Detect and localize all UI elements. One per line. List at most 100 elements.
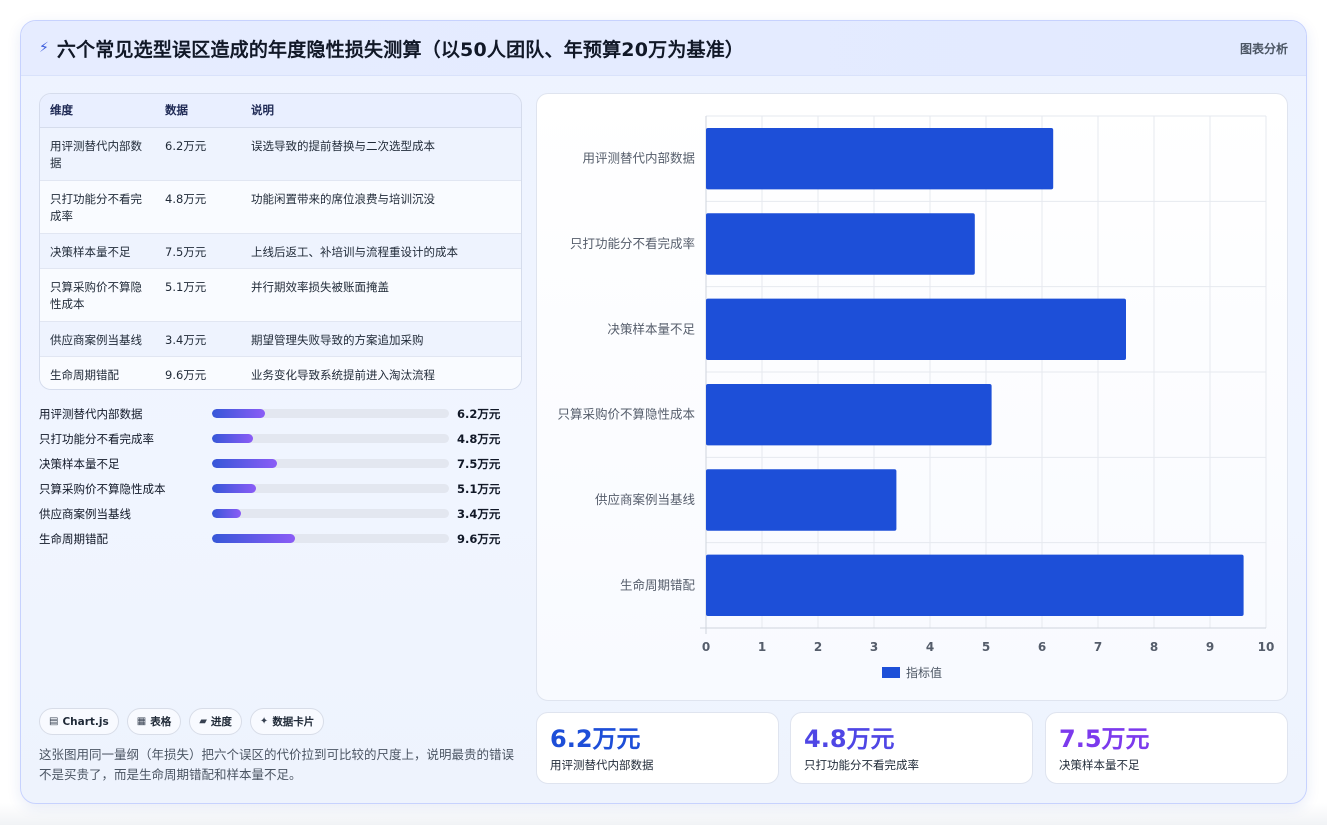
progress-value: 3.4万元 bbox=[457, 506, 501, 521]
progress-list: 用评测替代内部数据 6.2万元 只打功能分不看完成率 4.8万元 决策样本量不足 7.5万… bbox=[39, 401, 522, 551]
lightning-icon: ⚡︎ bbox=[39, 40, 49, 56]
row-dimension: 供应商案例当基线 bbox=[50, 332, 142, 347]
table-row: 决策样本量不足 7.5万元 上线后返工、补培训与流程重设计的成本 bbox=[40, 233, 521, 269]
progress-fill bbox=[212, 459, 277, 468]
table-row: 只打功能分不看完成率 4.8万元 功能闲置带来的席位浪费与培训沉没 bbox=[40, 180, 521, 234]
spark-icon: ✦ bbox=[259, 716, 269, 727]
table-row: 用评测替代内部数据 6.2万元 误选导致的提前替换与二次选型成本 bbox=[40, 127, 521, 181]
bar-4 bbox=[706, 383, 992, 446]
x-tick-label: 4 bbox=[926, 640, 934, 654]
page-floor-shadow bbox=[0, 803, 1327, 825]
progress-fill bbox=[212, 409, 266, 418]
chart-icon: ▤ bbox=[49, 716, 59, 727]
progress-track bbox=[212, 484, 449, 493]
row-description-cell: 并行期效率损失被账面掩盖 bbox=[241, 268, 521, 322]
bar-chart-panel: 0 1 2 3 4 5 6 7 8 9 10 用评测替代内部数据 只打功能分不看完成率 决策样本量不足 只算… bbox=[536, 93, 1288, 701]
progress-row: 生命周期错配 9.6万元 bbox=[39, 526, 522, 551]
y-category-label: 用评测替代内部数据 bbox=[582, 151, 695, 166]
row-value: 3.4万元 bbox=[165, 332, 207, 347]
progress-track bbox=[212, 409, 449, 418]
row-value-cell: 7.5万元 bbox=[155, 233, 241, 269]
progress-track bbox=[212, 534, 449, 543]
progress-label: 只打功能分不看完成率 bbox=[39, 431, 154, 446]
table-icon: ▦ bbox=[136, 716, 147, 727]
row-value-cell: 9.6万元 bbox=[155, 356, 241, 389]
progress-value: 6.2万元 bbox=[457, 406, 501, 421]
chip-label: Chart.js bbox=[62, 715, 109, 728]
kpi-card-3: 7.5万元 决策样本量不足 bbox=[1045, 712, 1288, 784]
progress-label: 供应商案例当基线 bbox=[39, 506, 131, 521]
row-value-cell: 6.2万元 bbox=[155, 127, 241, 181]
row-value: 5.1万元 bbox=[165, 279, 207, 294]
row-value-cell: 4.8万元 bbox=[155, 180, 241, 234]
row-value-cell: 3.4万元 bbox=[155, 321, 241, 357]
table-row: 生命周期错配 9.6万元 业务变化导致系统提前进入淘汰流程 bbox=[40, 356, 521, 389]
y-category-label: 只打功能分不看完成率 bbox=[570, 236, 695, 251]
x-tick-label: 7 bbox=[1094, 640, 1102, 654]
kpi-value: 4.8万元 bbox=[804, 725, 895, 753]
row-value: 6.2万元 bbox=[165, 138, 207, 153]
row-value: 4.8万元 bbox=[165, 191, 207, 206]
progress-track bbox=[212, 509, 449, 518]
progress-track bbox=[212, 434, 449, 443]
page-title: 六个常见选型误区造成的年度隐性损失测算（以50人团队、年预算20万为基准） bbox=[56, 38, 745, 61]
y-category-label: 生命周期错配 bbox=[620, 577, 696, 592]
bar-2 bbox=[706, 213, 975, 275]
row-description: 误选导致的提前替换与二次选型成本 bbox=[251, 138, 435, 153]
progress-track bbox=[212, 459, 449, 468]
legend-swatch bbox=[882, 667, 900, 678]
row-description: 上线后返工、补培训与流程重设计的成本 bbox=[251, 244, 458, 259]
progress-value: 9.6万元 bbox=[457, 531, 501, 546]
progress-label: 用评测替代内部数据 bbox=[39, 406, 143, 421]
progress-fill bbox=[212, 484, 256, 493]
chip-label: 进度 bbox=[210, 716, 232, 728]
kpi-card-1: 6.2万元 用评测替代内部数据 bbox=[536, 712, 779, 784]
row-value: 7.5万元 bbox=[165, 244, 207, 259]
header-description: 说明 bbox=[241, 94, 521, 128]
bar-6 bbox=[706, 554, 1244, 617]
progress-row: 只算采购价不算隐性成本 5.1万元 bbox=[39, 476, 522, 501]
row-dimension: 只打功能分不看完成率 bbox=[50, 191, 142, 223]
row-description: 功能闲置带来的席位浪费与培训沉没 bbox=[251, 191, 435, 206]
chart-summary: 这张图用同一量纲（年损失）把六个误区的代价拉到可比较的尺度上，说明最贵的错误不是… bbox=[39, 747, 515, 782]
x-tick-label: 8 bbox=[1150, 640, 1158, 654]
bar-chart: 0 1 2 3 4 5 6 7 8 9 10 用评测替代内部数据只打功能分不看完成率决策样本量不足只算… bbox=[557, 115, 1274, 680]
progress-value: 7.5万元 bbox=[457, 456, 501, 471]
row-description-cell: 期望管理失败导致的方案追加采购 bbox=[241, 321, 521, 357]
x-tick-label: 1 bbox=[758, 640, 766, 654]
kpi-value: 6.2万元 bbox=[550, 725, 641, 753]
chip-table[interactable]: ▦ 表格 bbox=[126, 708, 182, 735]
progress-row: 供应商案例当基线 3.4万元 bbox=[39, 501, 522, 526]
bar-5 bbox=[706, 469, 897, 531]
chart-analysis-tag: 图表分析 bbox=[1239, 41, 1288, 56]
kpi-label: 决策样本量不足 bbox=[1059, 758, 1140, 772]
y-category-label: 只算采购价不算隐性成本 bbox=[557, 407, 695, 422]
x-tick-label: 9 bbox=[1206, 640, 1214, 654]
table-row: 只算采购价不算隐性成本 5.1万元 并行期效率损失被账面掩盖 bbox=[40, 268, 521, 322]
x-tick-label: 6 bbox=[1038, 640, 1046, 654]
row-dimension: 决策样本量不足 bbox=[50, 244, 131, 259]
chip-progress[interactable]: ▰ 进度 bbox=[189, 708, 242, 735]
row-dimension: 只算采购价不算隐性成本 bbox=[50, 279, 142, 311]
row-dimension: 生命周期错配 bbox=[50, 367, 119, 382]
x-tick-label: 3 bbox=[870, 640, 878, 654]
bar-3 bbox=[706, 298, 1126, 361]
progress-label: 只算采购价不算隐性成本 bbox=[39, 481, 166, 496]
legend-label: 指标值 bbox=[906, 665, 942, 680]
row-description: 期望管理失败导致的方案追加采购 bbox=[251, 332, 424, 347]
bar-1 bbox=[706, 127, 1054, 190]
row-description: 并行期效率损失被账面掩盖 bbox=[251, 279, 389, 294]
tech-chips: ▤ Chart.js ▦ 表格 ▰ 进度 ✦ 数据卡片 bbox=[39, 708, 325, 735]
chip-spark[interactable]: ✦ 数据卡片 bbox=[249, 708, 325, 735]
x-tick-label: 2 bbox=[814, 640, 822, 654]
row-description-cell: 上线后返工、补培训与流程重设计的成本 bbox=[241, 233, 521, 269]
row-dimension-cell: 只算采购价不算隐性成本 bbox=[40, 268, 155, 322]
row-dimension-cell: 只打功能分不看完成率 bbox=[40, 180, 155, 234]
progress-fill bbox=[212, 509, 242, 518]
row-description-cell: 业务变化导致系统提前进入淘汰流程 bbox=[241, 356, 521, 389]
progress-label: 决策样本量不足 bbox=[39, 456, 120, 471]
chip-label: 表格 bbox=[150, 716, 172, 728]
chip-chart[interactable]: ▤ Chart.js bbox=[39, 708, 119, 735]
card-header: ⚡︎ 六个常见选型误区造成的年度隐性损失测算（以50人团队、年预算20万为基准）… bbox=[21, 21, 1306, 76]
header-data: 数据 bbox=[155, 94, 241, 128]
